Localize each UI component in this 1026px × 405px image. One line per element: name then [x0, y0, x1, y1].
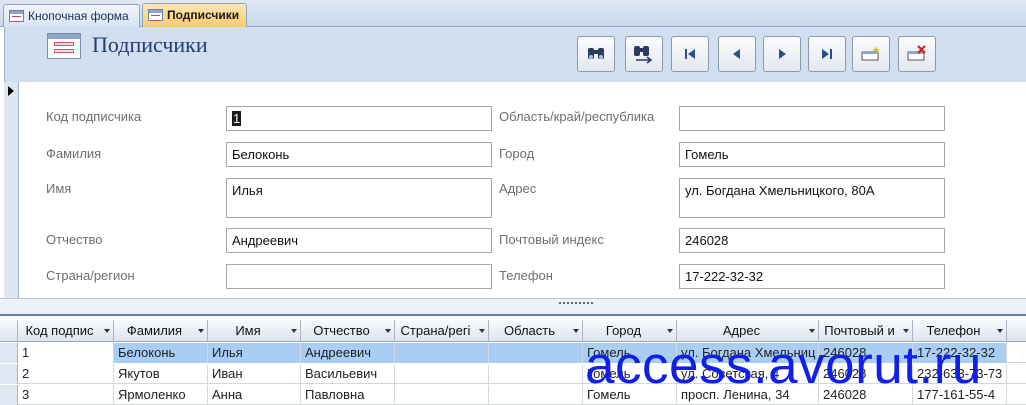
tab-label: Кнопочная форма [28, 9, 129, 23]
subscriber-id-value: 1 [232, 111, 242, 126]
find-icon [588, 48, 604, 59]
table-cell[interactable]: Павловна [301, 385, 395, 405]
city-label: Город [499, 146, 535, 161]
column-header[interactable]: Имя [208, 320, 301, 342]
chevron-down-icon[interactable] [198, 329, 204, 333]
row-selector[interactable] [0, 343, 18, 363]
table-cell[interactable] [489, 364, 583, 384]
next-record-icon [779, 49, 786, 59]
table-cell[interactable]: Васильевич [301, 364, 395, 384]
chevron-down-icon[interactable] [104, 329, 110, 333]
column-header[interactable]: Область [489, 320, 583, 342]
delete-record-icon [907, 45, 926, 61]
table-cell[interactable] [395, 343, 489, 363]
tab-switchboard[interactable]: Кнопочная форма [3, 4, 140, 27]
chevron-down-icon[interactable] [903, 329, 909, 333]
chevron-down-icon[interactable] [809, 329, 815, 333]
postal-code-field[interactable]: 246028 [679, 228, 945, 253]
subscriber-id-label: Код подписчика [46, 109, 142, 124]
table-cell[interactable] [489, 343, 583, 363]
previous-record-icon [733, 49, 740, 59]
table-cell[interactable]: Андреевич [301, 343, 395, 363]
region-label: Область/край/республика [499, 109, 655, 124]
row-selector[interactable] [0, 364, 18, 384]
page-title: Подписчики [92, 32, 208, 57]
table-cell[interactable] [395, 364, 489, 384]
column-header[interactable]: Код подпис [18, 320, 114, 342]
form-icon [9, 10, 24, 22]
last-record-icon [822, 49, 832, 59]
chevron-down-icon[interactable] [291, 329, 297, 333]
last-name-label: Фамилия [46, 146, 102, 161]
column-header-label: Имя [235, 323, 261, 338]
postal-code-label: Почтовый индекс [499, 232, 604, 247]
new-record-icon [861, 46, 880, 61]
find-next-icon [634, 46, 653, 64]
city-field[interactable]: Гомель [679, 142, 945, 167]
region-field[interactable] [679, 106, 945, 131]
address-field[interactable]: ул. Богдана Хмельницкого, 80А [679, 178, 945, 218]
table-cell[interactable] [489, 385, 583, 405]
column-header-label: Область [503, 323, 556, 338]
first-name-label: Имя [46, 181, 72, 196]
column-header-label: Отчество [313, 323, 370, 338]
table-cell[interactable]: Якутов [114, 364, 208, 384]
column-header-label: Страна/регі [400, 323, 471, 338]
select-all-cell[interactable] [0, 320, 18, 342]
form-header: Подписчики [4, 27, 1026, 82]
subscriber-id-field[interactable]: 1 [226, 106, 492, 131]
form-icon [148, 9, 163, 21]
chevron-down-icon[interactable] [573, 329, 579, 333]
find-next-button[interactable] [625, 36, 663, 72]
table-cell[interactable]: 3 [18, 385, 114, 405]
chevron-down-icon[interactable] [667, 329, 673, 333]
column-header[interactable]: Фамилия [114, 320, 208, 342]
next-record-button[interactable] [763, 36, 801, 72]
first-record-button[interactable] [671, 36, 709, 72]
new-record-button[interactable] [852, 36, 890, 72]
table-cell[interactable]: Анна [208, 385, 301, 405]
split-form-splitter[interactable] [0, 298, 1026, 316]
phone-field[interactable]: 17-222-32-32 [679, 264, 945, 289]
table-cell[interactable]: Ярмоленко [114, 385, 208, 405]
delete-record-button[interactable] [898, 36, 936, 72]
previous-record-button[interactable] [718, 36, 756, 72]
table-cell[interactable]: Иван [208, 364, 301, 384]
table-cell[interactable]: Илья [208, 343, 301, 363]
column-header-label: Код подпис [25, 323, 94, 338]
table-cell[interactable]: 1 [18, 343, 114, 363]
phone-label: Телефон [499, 268, 553, 283]
record-selector[interactable] [4, 82, 19, 298]
site-watermark: access.avorut.ru [585, 336, 982, 395]
chevron-down-icon[interactable] [479, 329, 485, 333]
first-record-icon [685, 49, 695, 59]
table-cell[interactable]: 2 [18, 364, 114, 384]
column-header[interactable]: Отчество [301, 320, 395, 342]
table-cell[interactable] [395, 385, 489, 405]
chevron-down-icon[interactable] [997, 329, 1003, 333]
country-field[interactable] [226, 264, 492, 289]
first-name-field[interactable]: Илья [226, 178, 492, 218]
last-record-button[interactable] [808, 36, 846, 72]
patronymic-field[interactable]: Андреевич [226, 228, 492, 253]
column-header-label: Фамилия [126, 323, 183, 338]
form-icon [47, 33, 81, 59]
tab-subscribers[interactable]: Подписчики [142, 3, 247, 28]
country-label: Страна/регион [46, 268, 135, 283]
last-name-field[interactable]: Белоконь [226, 142, 492, 167]
patronymic-label: Отчество [46, 232, 103, 247]
column-header[interactable]: Страна/регі [395, 320, 489, 342]
form-detail-section: Код подписчика 1 Фамилия Белоконь Имя Ил… [20, 82, 1026, 298]
chevron-down-icon[interactable] [385, 329, 391, 333]
row-selector[interactable] [0, 385, 18, 405]
current-record-arrow-icon [8, 86, 14, 96]
table-cell[interactable]: Белоконь [114, 343, 208, 363]
splitter-grip-icon [558, 301, 594, 305]
address-label: Адрес [499, 181, 537, 196]
document-tab-bar: Кнопочная форма Подписчики [0, 0, 1026, 28]
tab-label: Подписчики [167, 8, 240, 22]
find-button[interactable] [577, 36, 615, 72]
